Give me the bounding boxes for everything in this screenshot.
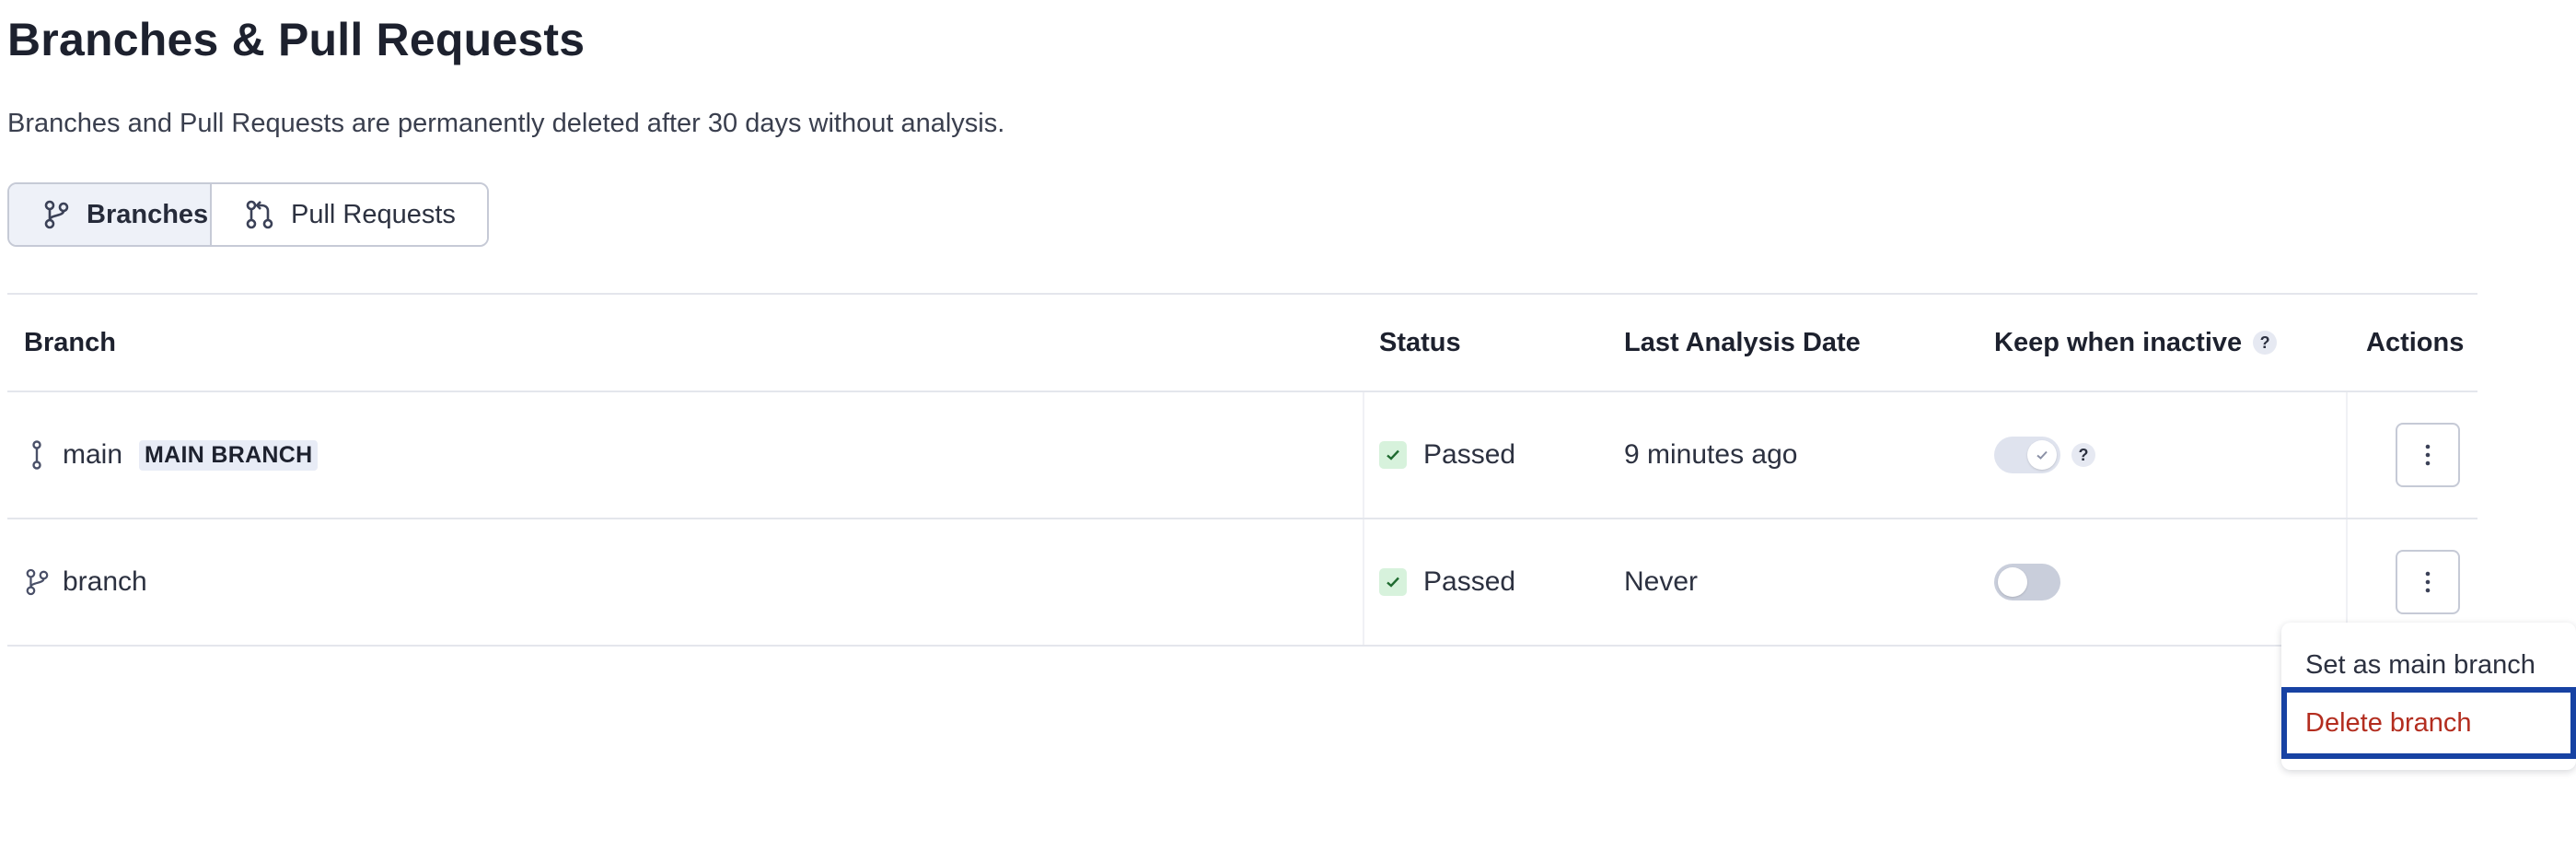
last-analysis-text: 9 minutes ago: [1624, 439, 1798, 470]
row-actions-menu: Set as main branch Delete branch: [2281, 623, 2576, 770]
status-text: Passed: [1423, 566, 1516, 597]
status-text: Passed: [1423, 439, 1516, 470]
last-analysis-text: Never: [1624, 566, 1699, 597]
keep-inactive-toggle[interactable]: [1994, 564, 2060, 600]
column-divider: [1363, 519, 1364, 645]
branches-table: Branch Status Last Analysis Date Keep wh…: [7, 293, 2477, 647]
keep-inactive-label: Keep when inactive: [1994, 327, 2243, 357]
branch-cell: main MAIN BRANCH: [24, 392, 319, 518]
tab-pull-requests[interactable]: Pull Requests: [210, 184, 487, 245]
table-header-row: Branch Status Last Analysis Date Keep wh…: [7, 295, 2477, 392]
last-analysis-cell: 9 minutes ago: [1624, 392, 1797, 518]
page-title: Branches & Pull Requests: [7, 14, 586, 65]
check-icon: [2036, 450, 2048, 460]
last-analysis-cell: Never: [1624, 519, 1698, 645]
tab-branches[interactable]: Branches: [9, 184, 210, 245]
main-branch-badge: MAIN BRANCH: [139, 439, 319, 471]
delete-branch-item[interactable]: Delete branch: [2281, 687, 2576, 759]
branch-cell: branch: [24, 519, 147, 645]
branch-pr-toggle: Branches Pull Requests: [7, 182, 489, 247]
column-header-actions: Actions: [2366, 327, 2465, 357]
table-row: main MAIN BRANCH Passed 9 minutes ago ?: [7, 392, 2477, 519]
keep-inactive-cell: [1994, 519, 2060, 645]
tab-branches-label: Branches: [87, 199, 209, 229]
tab-pull-requests-label: Pull Requests: [291, 199, 456, 229]
column-header-last-analysis[interactable]: Last Analysis Date: [1624, 295, 1861, 391]
git-branch-icon: [42, 200, 70, 229]
git-branch-icon: [24, 567, 50, 597]
more-vertical-icon: [2425, 571, 2431, 593]
more-vertical-icon: [2425, 444, 2431, 466]
toggle-knob: [2027, 440, 2057, 470]
help-icon[interactable]: ?: [2071, 443, 2095, 467]
column-divider: [2346, 392, 2348, 518]
toggle-knob: [1998, 567, 2027, 597]
branch-name[interactable]: main: [63, 439, 122, 471]
main-branch-icon: [24, 440, 50, 470]
git-pull-request-icon: [245, 200, 274, 229]
keep-inactive-toggle[interactable]: [1994, 437, 2060, 473]
row-actions-button[interactable]: [2396, 423, 2460, 487]
actions-cell: [2396, 392, 2460, 518]
column-divider: [1363, 392, 1364, 518]
help-icon[interactable]: ?: [2253, 331, 2278, 355]
row-actions-button[interactable]: [2396, 550, 2460, 614]
column-header-status[interactable]: Status: [1379, 295, 1461, 391]
status-cell: Passed: [1379, 519, 1515, 645]
keep-inactive-cell: ?: [1994, 392, 2095, 518]
column-header-keep-inactive: Keep when inactive ?: [1994, 295, 2278, 391]
table-row: branch Passed Never: [7, 519, 2477, 647]
branch-name[interactable]: branch: [63, 566, 147, 598]
column-header-branch[interactable]: Branch: [24, 295, 116, 391]
status-cell: Passed: [1379, 392, 1515, 518]
check-icon: [1379, 568, 1407, 596]
page-description: Branches and Pull Requests are permanent…: [7, 109, 1005, 138]
check-icon: [1379, 441, 1407, 469]
